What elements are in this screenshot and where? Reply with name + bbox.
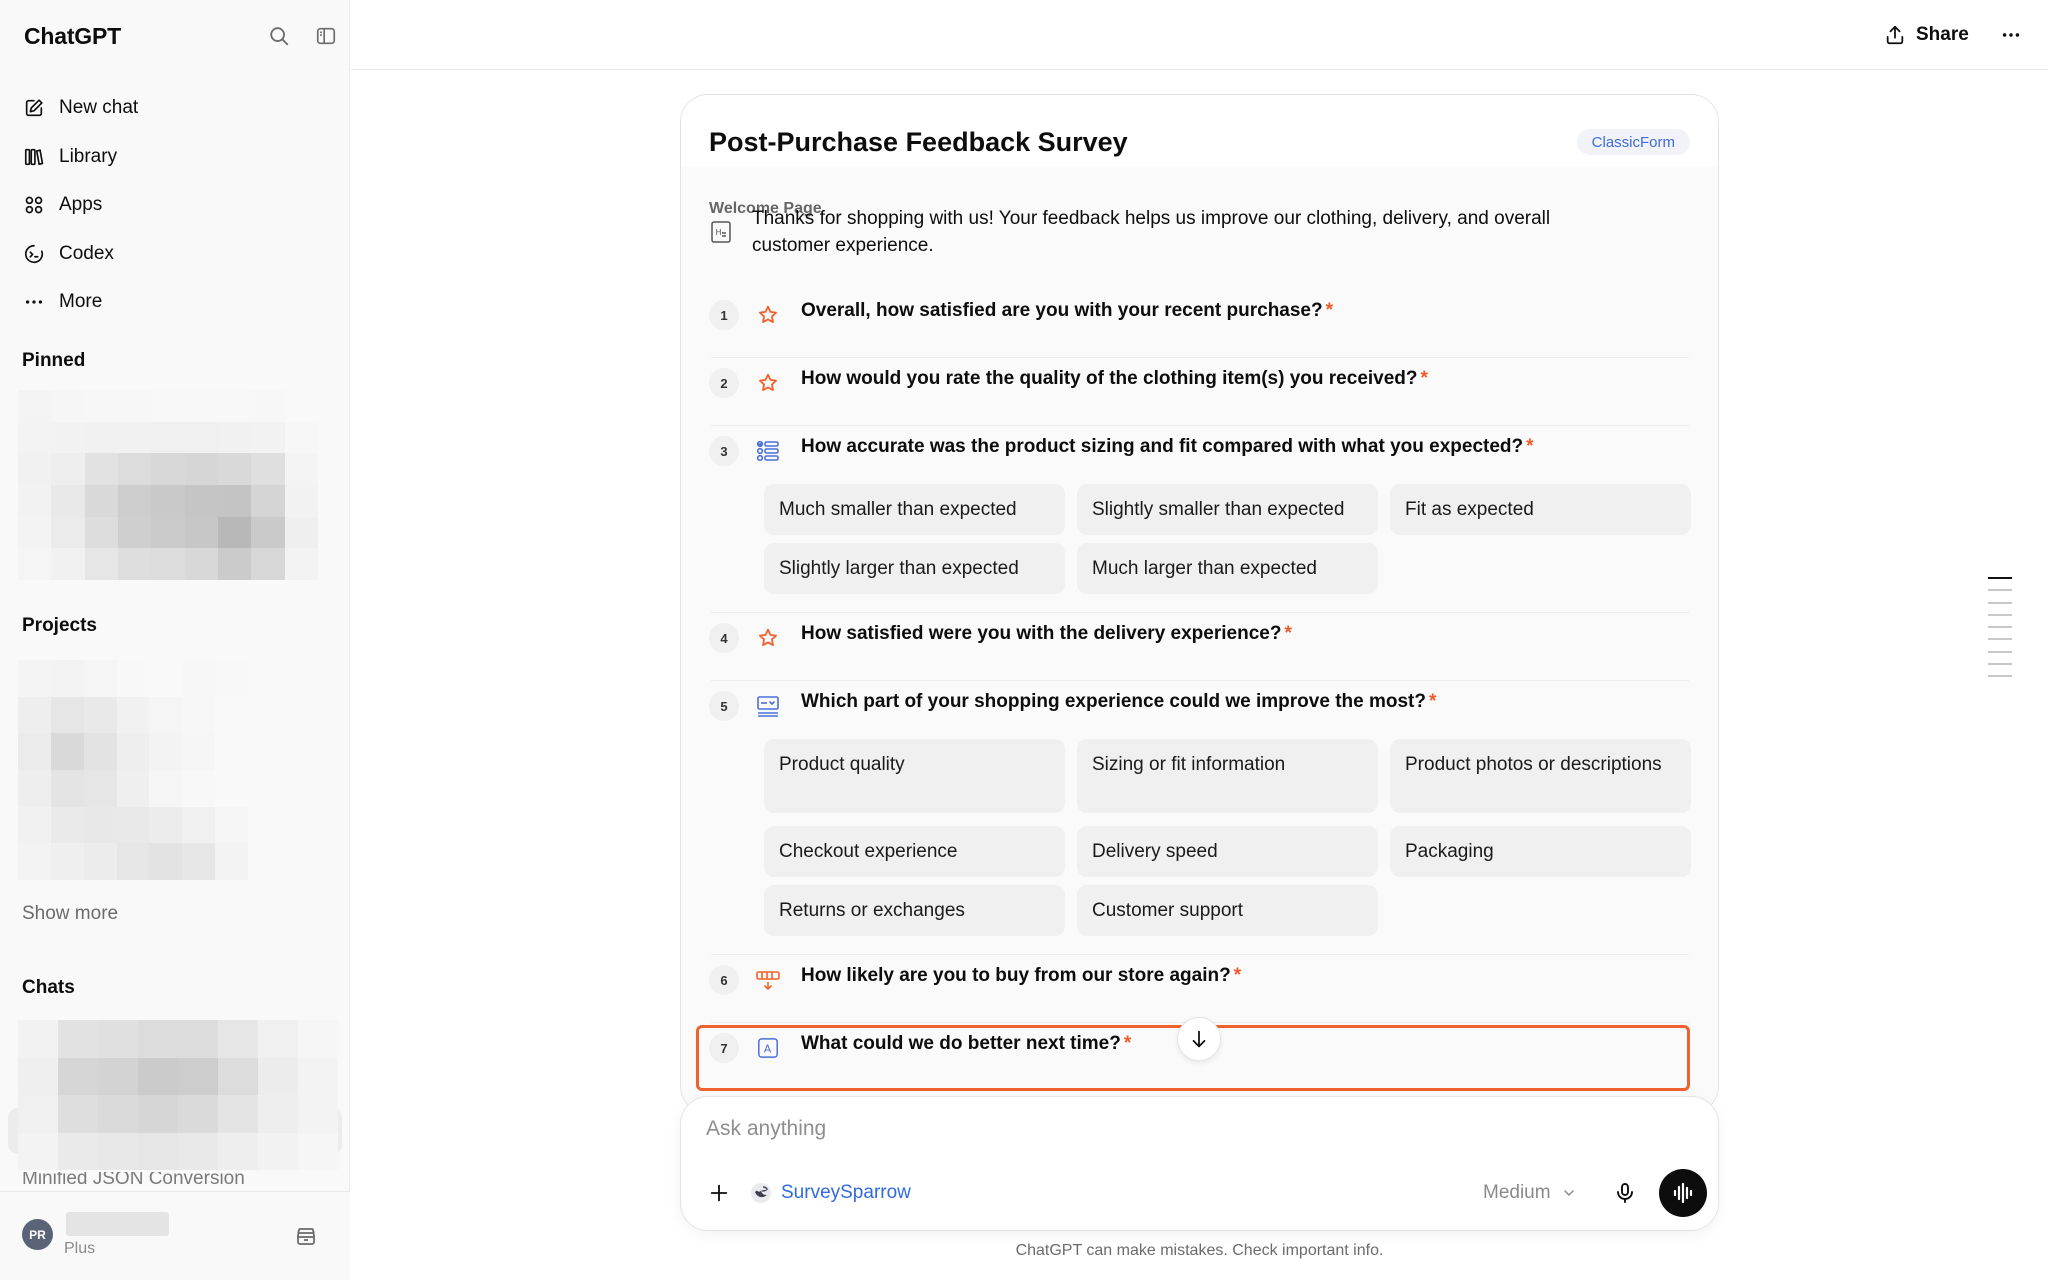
answer-option[interactable]: Returns or exchanges [764, 885, 1065, 936]
sidebar-item-more[interactable]: More [18, 278, 334, 327]
chat-item-cut-off[interactable]: Minified JSON Conversion [22, 1172, 245, 1186]
header-divider [351, 69, 2048, 70]
codex-icon [22, 242, 46, 266]
sidebar-toggle-icon[interactable] [312, 22, 340, 50]
question-text: Which part of your shopping experience c… [801, 691, 1437, 712]
welcome-message: Thanks for shopping with us! Your feedba… [752, 208, 1551, 256]
question-number: 6 [709, 965, 739, 995]
user-plan: Plus [64, 1240, 96, 1257]
sidebar-item-label: New chat [59, 97, 139, 119]
dictate-button[interactable] [1611, 1179, 1639, 1207]
question-number: 2 [709, 368, 739, 398]
show-more-link[interactable]: Show more [22, 903, 118, 925]
survey-card: Post-Purchase Feedback Survey ClassicFor… [680, 94, 1719, 1114]
star-icon [756, 371, 780, 395]
model-selector[interactable]: Medium [1483, 1179, 1577, 1207]
sidebar-item-label: Apps [59, 194, 103, 216]
scroll-to-bottom-button[interactable] [1177, 1017, 1221, 1061]
question-text: How likely are you to buy from our store… [801, 965, 1242, 986]
sidebar-item-label: Codex [59, 242, 114, 264]
survey-title: Post-Purchase Feedback Survey [709, 127, 1128, 157]
sidebar-item-apps[interactable]: Apps [18, 181, 334, 230]
add-attachment-button[interactable] [705, 1179, 733, 1207]
apps-icon [22, 193, 46, 217]
answer-option[interactable]: Customer support [1077, 885, 1378, 936]
voice-waveform-icon [1673, 1182, 1693, 1204]
voice-mode-button[interactable] [1659, 1169, 1707, 1217]
sidebar-item-label: More [59, 291, 103, 313]
star-icon [756, 303, 780, 327]
chat-items-redacted [18, 1020, 338, 1170]
answer-option[interactable]: Product quality [764, 739, 1065, 813]
more-options-icon[interactable] [1996, 20, 2026, 50]
model-label: Medium [1483, 1182, 1551, 1203]
surveysparrow-logo-icon [749, 1181, 773, 1205]
question-text: How satisfied were you with the delivery… [801, 623, 1292, 644]
answer-option[interactable]: Sizing or fit information [1077, 739, 1378, 813]
projects-heading: Projects [22, 615, 97, 636]
share-label: Share [1916, 24, 1969, 45]
sidebar-nav: New chat Library Apps Codex More [18, 84, 334, 327]
heading-block-icon: H [710, 220, 732, 244]
user-name-redacted [66, 1212, 169, 1236]
pinned-heading: Pinned [22, 350, 86, 371]
microphone-icon [1617, 1183, 1633, 1203]
more-dots-icon [22, 290, 46, 314]
answer-option[interactable]: Checkout experience [764, 826, 1065, 877]
sidebar: ChatGPT New chat Library Apps Codex More… [0, 0, 350, 1280]
question-number: 3 [709, 436, 739, 466]
question-divider [711, 954, 1689, 955]
star-icon [756, 626, 780, 650]
sidebar-item-label: Library [59, 145, 118, 167]
sidebar-item-codex[interactable]: Codex [18, 230, 334, 279]
multiple-choice-icon [756, 439, 780, 463]
message-input[interactable]: Ask anything [706, 1117, 826, 1141]
answer-option[interactable]: Delivery speed [1077, 826, 1378, 877]
sidebar-item-library[interactable]: Library [18, 133, 334, 182]
disclaimer-text: ChatGPT can make mistakes. Check importa… [1015, 1242, 1384, 1259]
question-divider [711, 357, 1689, 358]
user-account-bar[interactable]: PR Plus [0, 1191, 350, 1280]
answer-option[interactable]: Slightly smaller than expected [1077, 484, 1378, 535]
answer-option[interactable]: Much smaller than expected [764, 484, 1065, 535]
question-divider [711, 680, 1689, 681]
project-items-redacted [18, 660, 248, 880]
surveysparrow-app-chip[interactable]: SurveySparrow [749, 1179, 911, 1207]
answer-option[interactable]: Much larger than expected [1077, 543, 1378, 594]
new-chat-icon [22, 96, 46, 120]
answer-option[interactable]: Fit as expected [1390, 484, 1691, 535]
brand-logo[interactable]: ChatGPT [24, 23, 121, 50]
question-number: 5 [709, 691, 739, 721]
chats-heading: Chats [22, 977, 75, 998]
store-icon[interactable] [294, 1224, 318, 1253]
pinned-items-redacted [18, 390, 318, 580]
dropdown-question-icon [756, 694, 780, 718]
question-text: How accurate was the product sizing and … [801, 436, 1534, 457]
question-divider [711, 612, 1689, 613]
arrow-down-icon [1192, 1030, 1206, 1048]
answer-option[interactable]: Packaging [1390, 826, 1691, 877]
library-icon [22, 145, 46, 169]
composer: Ask anything SurveySparrow Medium [680, 1096, 1719, 1231]
avatar[interactable]: PR [22, 1219, 53, 1250]
question-number: 4 [709, 623, 739, 653]
plus-icon [710, 1184, 728, 1202]
question-divider [711, 425, 1689, 426]
question-number: 1 [709, 300, 739, 330]
form-type-badge: ClassicForm [1576, 129, 1690, 155]
chevron-down-icon [1561, 1185, 1577, 1201]
conversation-scroll-markers[interactable] [1988, 577, 2014, 688]
nps-scale-icon [756, 968, 780, 992]
sidebar-header: ChatGPT [24, 20, 336, 50]
question-text: How would you rate the quality of the cl… [801, 368, 1428, 389]
question-text: Overall, how satisfied are you with your… [801, 300, 1334, 321]
share-button[interactable]: Share [1884, 20, 1969, 50]
sidebar-item-new-chat[interactable]: New chat [18, 84, 334, 133]
surveysparrow-label: SurveySparrow [781, 1182, 911, 1203]
answer-option[interactable]: Product photos or descriptions [1390, 739, 1691, 813]
share-icon [1884, 24, 1906, 46]
answer-option[interactable]: Slightly larger than expected [764, 543, 1065, 594]
search-icon[interactable] [265, 22, 293, 50]
svg-text:H: H [716, 228, 722, 237]
